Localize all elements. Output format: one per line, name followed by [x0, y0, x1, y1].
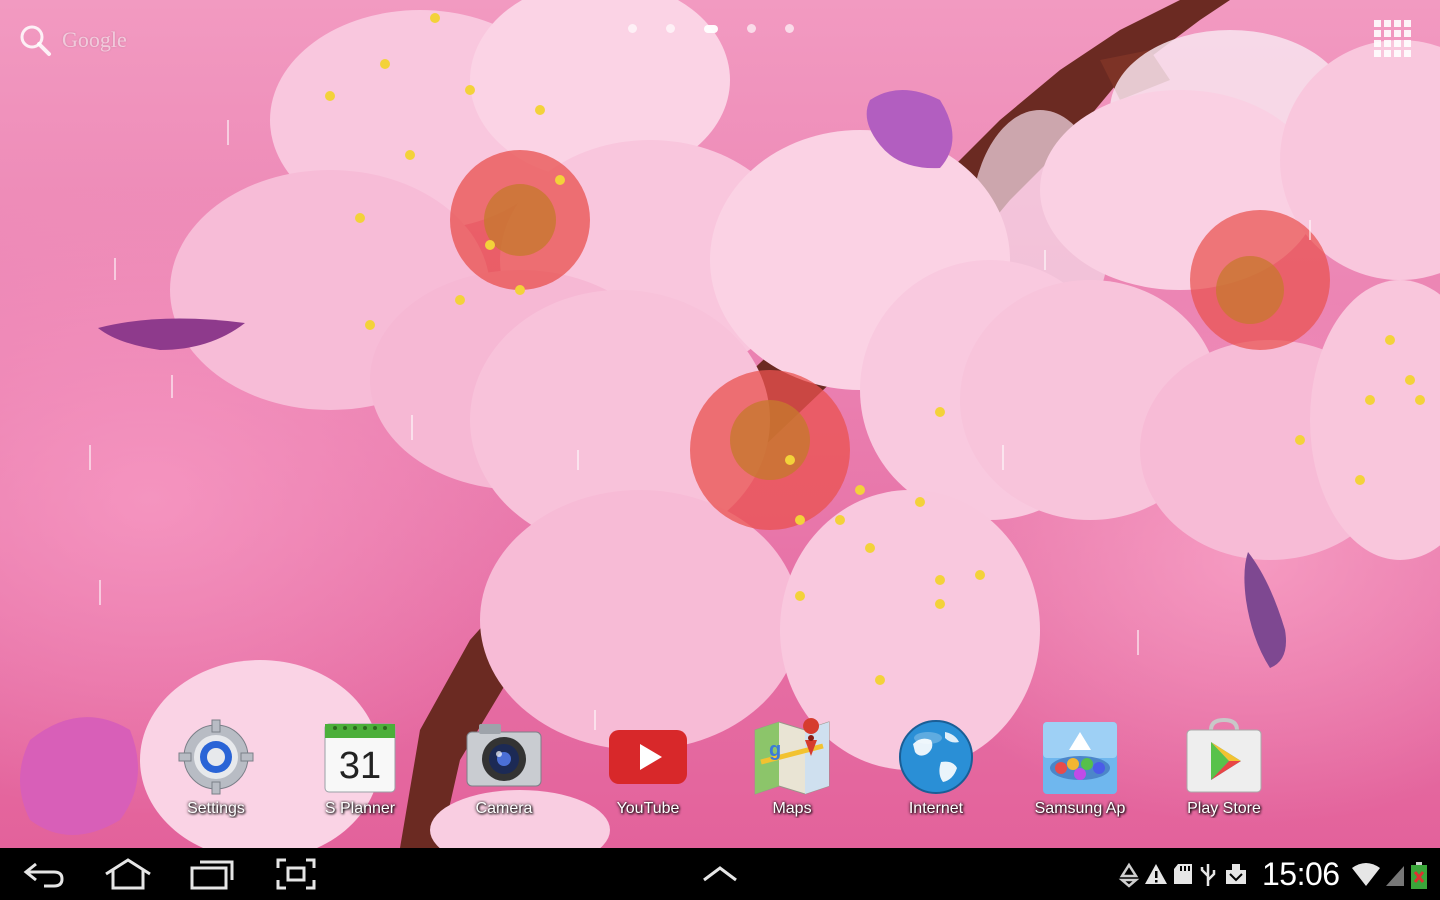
- recycle-icon[interactable]: [1116, 862, 1142, 888]
- samsung-apps-app[interactable]: Samsung Ap: [1010, 712, 1150, 818]
- calendar-icon[interactable]: 31: [319, 716, 401, 798]
- home-icon[interactable]: [98, 854, 158, 894]
- clock[interactable]: 15:06: [1262, 856, 1340, 893]
- show-launcher-button[interactable]: [690, 854, 750, 894]
- calendar-day: 31: [339, 745, 381, 787]
- app-label[interactable]: Maps: [722, 800, 862, 818]
- google-search-bar[interactable]: Google: [18, 22, 127, 58]
- play-store-app[interactable]: Play Store: [1154, 712, 1294, 818]
- globe-icon[interactable]: [895, 716, 977, 798]
- navigation-bar: 15:06: [0, 848, 1440, 900]
- download-icon[interactable]: [1222, 862, 1250, 886]
- page-indicator: [628, 24, 794, 33]
- app-label[interactable]: YouTube: [578, 800, 718, 818]
- page-dot[interactable]: [785, 24, 794, 33]
- camera-icon[interactable]: [463, 716, 545, 798]
- recent-apps-button[interactable]: [182, 854, 242, 894]
- app-label[interactable]: Play Store: [1154, 800, 1294, 818]
- signal-icon: [1386, 866, 1404, 886]
- page-dot[interactable]: [628, 24, 637, 33]
- page-dot-active[interactable]: [704, 24, 718, 33]
- app-label[interactable]: Camera: [434, 800, 574, 818]
- youtube-icon[interactable]: [607, 716, 689, 798]
- warning-icon[interactable]: [1144, 862, 1168, 886]
- wifi-icon[interactable]: [1352, 862, 1380, 888]
- settings-app[interactable]: Settings: [146, 712, 286, 818]
- maps-app[interactable]: g Maps: [722, 712, 862, 818]
- home-button[interactable]: [98, 854, 158, 894]
- svg-text:g: g: [769, 739, 781, 761]
- search-label[interactable]: Google: [62, 27, 127, 53]
- app-dock: Settings 31 S Planner Camera YouTube g M…: [0, 712, 1440, 842]
- chevron-up-icon[interactable]: [690, 854, 750, 894]
- internet-app[interactable]: Internet: [866, 712, 1006, 818]
- back-icon[interactable]: [14, 854, 74, 894]
- settings-icon[interactable]: [175, 716, 257, 798]
- page-dot[interactable]: [666, 24, 675, 33]
- sd-card-icon[interactable]: [1172, 862, 1194, 886]
- youtube-app[interactable]: YouTube: [578, 712, 718, 818]
- apps-button[interactable]: [1372, 18, 1418, 64]
- page-dot[interactable]: [747, 24, 756, 33]
- app-label[interactable]: Samsung Ap: [1010, 800, 1150, 818]
- app-label[interactable]: Internet: [866, 800, 1006, 818]
- screenshot-icon[interactable]: [266, 854, 326, 894]
- back-button[interactable]: [14, 854, 74, 894]
- apps-grid-icon[interactable]: [1372, 18, 1418, 64]
- usb-icon[interactable]: [1198, 862, 1218, 888]
- camera-app[interactable]: Camera: [434, 712, 574, 818]
- app-label[interactable]: Settings: [146, 800, 286, 818]
- maps-icon[interactable]: g: [751, 716, 833, 798]
- battery-icon[interactable]: [1410, 862, 1428, 890]
- play-store-icon[interactable]: [1183, 716, 1265, 798]
- search-icon[interactable]: [18, 23, 52, 57]
- s-planner-app[interactable]: 31 S Planner: [290, 712, 430, 818]
- samsung-apps-icon[interactable]: [1039, 716, 1121, 798]
- app-label[interactable]: S Planner: [290, 800, 430, 818]
- screenshot-button[interactable]: [266, 854, 326, 894]
- recent-apps-icon[interactable]: [182, 854, 242, 894]
